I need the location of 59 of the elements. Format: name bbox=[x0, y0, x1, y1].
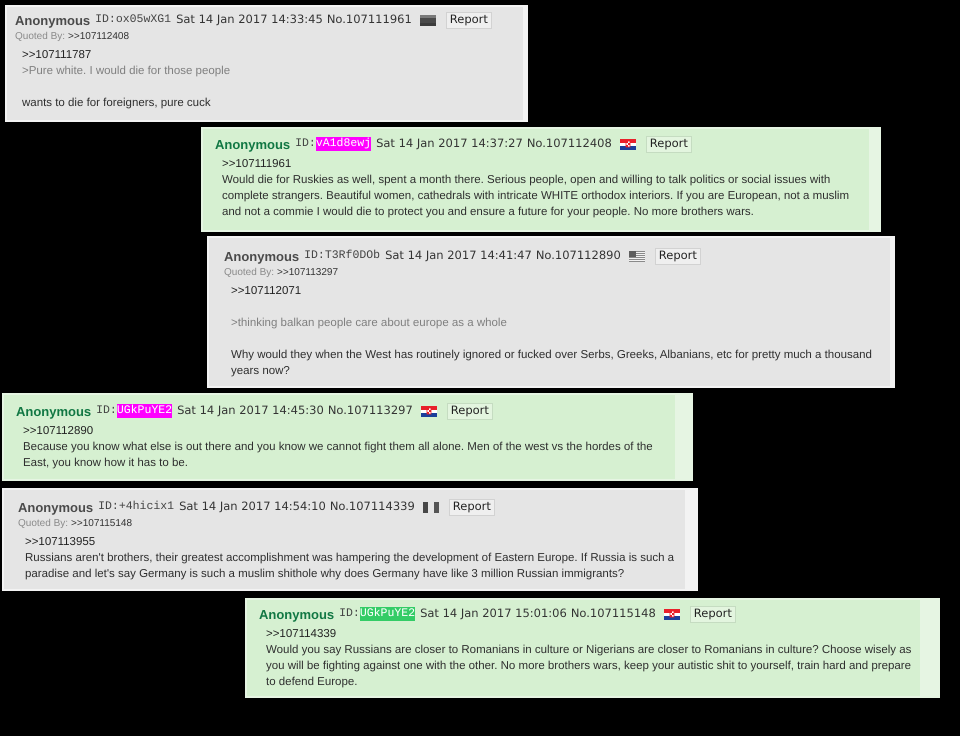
quoted-by-link[interactable]: >>107112408 bbox=[68, 32, 130, 42]
quoted-by-link[interactable]: >>107113297 bbox=[277, 268, 338, 278]
id-label: ID: bbox=[304, 249, 325, 263]
post-text: Would you say Russians are closer to Romanians in culture or Nigerians are closer to Romanians in culture? Choose wisely as you will be fighting against one with the other. No more brothers wars, keep your autistic shit to yourself, train hard and prepare to defend Europe. bbox=[266, 643, 912, 690]
post-number[interactable]: No.107112890 bbox=[536, 250, 621, 262]
id-label: ID: bbox=[339, 607, 360, 621]
post-number[interactable]: No.107111961 bbox=[326, 14, 412, 26]
report-button[interactable]: Report bbox=[448, 498, 495, 516]
quoted-by-label: Quoted By: bbox=[15, 32, 66, 42]
post-date: Sat 14 Jan 2017 14:37:27 bbox=[376, 138, 523, 150]
flag-icon bbox=[420, 14, 436, 26]
flag-icon bbox=[664, 608, 680, 620]
id-label: ID: bbox=[96, 404, 117, 418]
quoted-by-link[interactable]: >>107115148 bbox=[71, 519, 132, 529]
post-date: Sat 14 Jan 2017 14:54:10 bbox=[179, 501, 326, 513]
greentext-quote: >Pure white. I would die for those people bbox=[22, 65, 230, 77]
report-button[interactable]: Report bbox=[646, 136, 692, 152]
poster-id[interactable]: ox05wXG1 bbox=[116, 13, 172, 27]
quoted-by-label: Quoted By: bbox=[18, 519, 68, 529]
flag-icon bbox=[422, 502, 439, 512]
poster-name: Anonymous bbox=[215, 138, 290, 150]
post-number[interactable]: No.107113297 bbox=[328, 405, 413, 417]
post-number[interactable]: No.107115148 bbox=[570, 608, 656, 620]
poster-id[interactable]: T3Rf0DOb bbox=[324, 249, 380, 263]
post-date: Sat 14 Jan 2017 14:45:30 bbox=[177, 405, 324, 417]
quote-link[interactable]: >>107111961 bbox=[222, 158, 292, 170]
poster-name: Anonymous bbox=[18, 500, 94, 514]
poster-name: Anonymous bbox=[15, 14, 90, 26]
flag-icon bbox=[620, 138, 636, 150]
report-button[interactable]: Report bbox=[446, 12, 492, 28]
post-text: Russians aren't brothers, their greatest accomplishment was hampering the development of Eastern Europe. If Russia is such a paradise and let's say Germany is such a muslim shithole why does Germany have like 3 million Russian immigrants? bbox=[25, 551, 676, 582]
flag-icon bbox=[420, 406, 437, 416]
poster-name: Anonymous bbox=[259, 608, 334, 620]
poster-name: Anonymous bbox=[16, 404, 92, 418]
id-label: ID: bbox=[95, 13, 116, 27]
flag-icon bbox=[628, 250, 645, 262]
report-button[interactable]: Report bbox=[690, 606, 736, 622]
post-date: Sat 14 Jan 2017 14:33:45 bbox=[176, 14, 323, 26]
quote-link[interactable]: >>107111787 bbox=[22, 49, 92, 61]
post-date: Sat 14 Jan 2017 15:01:06 bbox=[420, 608, 567, 620]
report-button[interactable]: Report bbox=[446, 402, 493, 420]
quote-link[interactable]: >>107113955 bbox=[25, 536, 96, 548]
id-label: ID: bbox=[98, 500, 119, 514]
post-text: Would die for Ruskies as well, spent a month there. Serious people, open and willing to talk politics or social issues with complete strangers. Beautiful women, cathedrals with intricate WHITE orthodox interiors. If you are European, not a muslim and not a commie I would die to protect you and ensure a future for your people. No more brothers wars. bbox=[222, 173, 850, 220]
quote-link[interactable]: >>107112071 bbox=[231, 285, 302, 297]
post-number[interactable]: No.107114339 bbox=[330, 501, 415, 513]
poster-name: Anonymous bbox=[224, 250, 300, 262]
quoted-by-label: Quoted By: bbox=[224, 268, 274, 278]
report-button[interactable]: Report bbox=[654, 248, 701, 264]
post-number[interactable]: No.107112408 bbox=[526, 138, 612, 150]
post-text: wants to die for foreigners, pure cuck bbox=[22, 96, 212, 111]
quote-link[interactable]: >>107114339 bbox=[266, 628, 336, 640]
id-label: ID: bbox=[295, 137, 316, 151]
poster-id[interactable]: +4hicix1 bbox=[118, 500, 174, 514]
post-text: Why would they when the West has routinely ignored or fucked over Serbs, Greeks, Albanians, etc for pretty much a thousand years now? bbox=[231, 348, 873, 379]
post-date: Sat 14 Jan 2017 14:41:47 bbox=[385, 250, 532, 262]
quote-link[interactable]: >>107112890 bbox=[23, 425, 94, 437]
greentext-quote: >thinking balkan people care about europe as a whole bbox=[231, 317, 507, 329]
post-text: Because you know what else is out there and you know we cannot fight them all alone. Men of the west vs the hordes of the East, you know how it has to be. bbox=[23, 440, 654, 471]
